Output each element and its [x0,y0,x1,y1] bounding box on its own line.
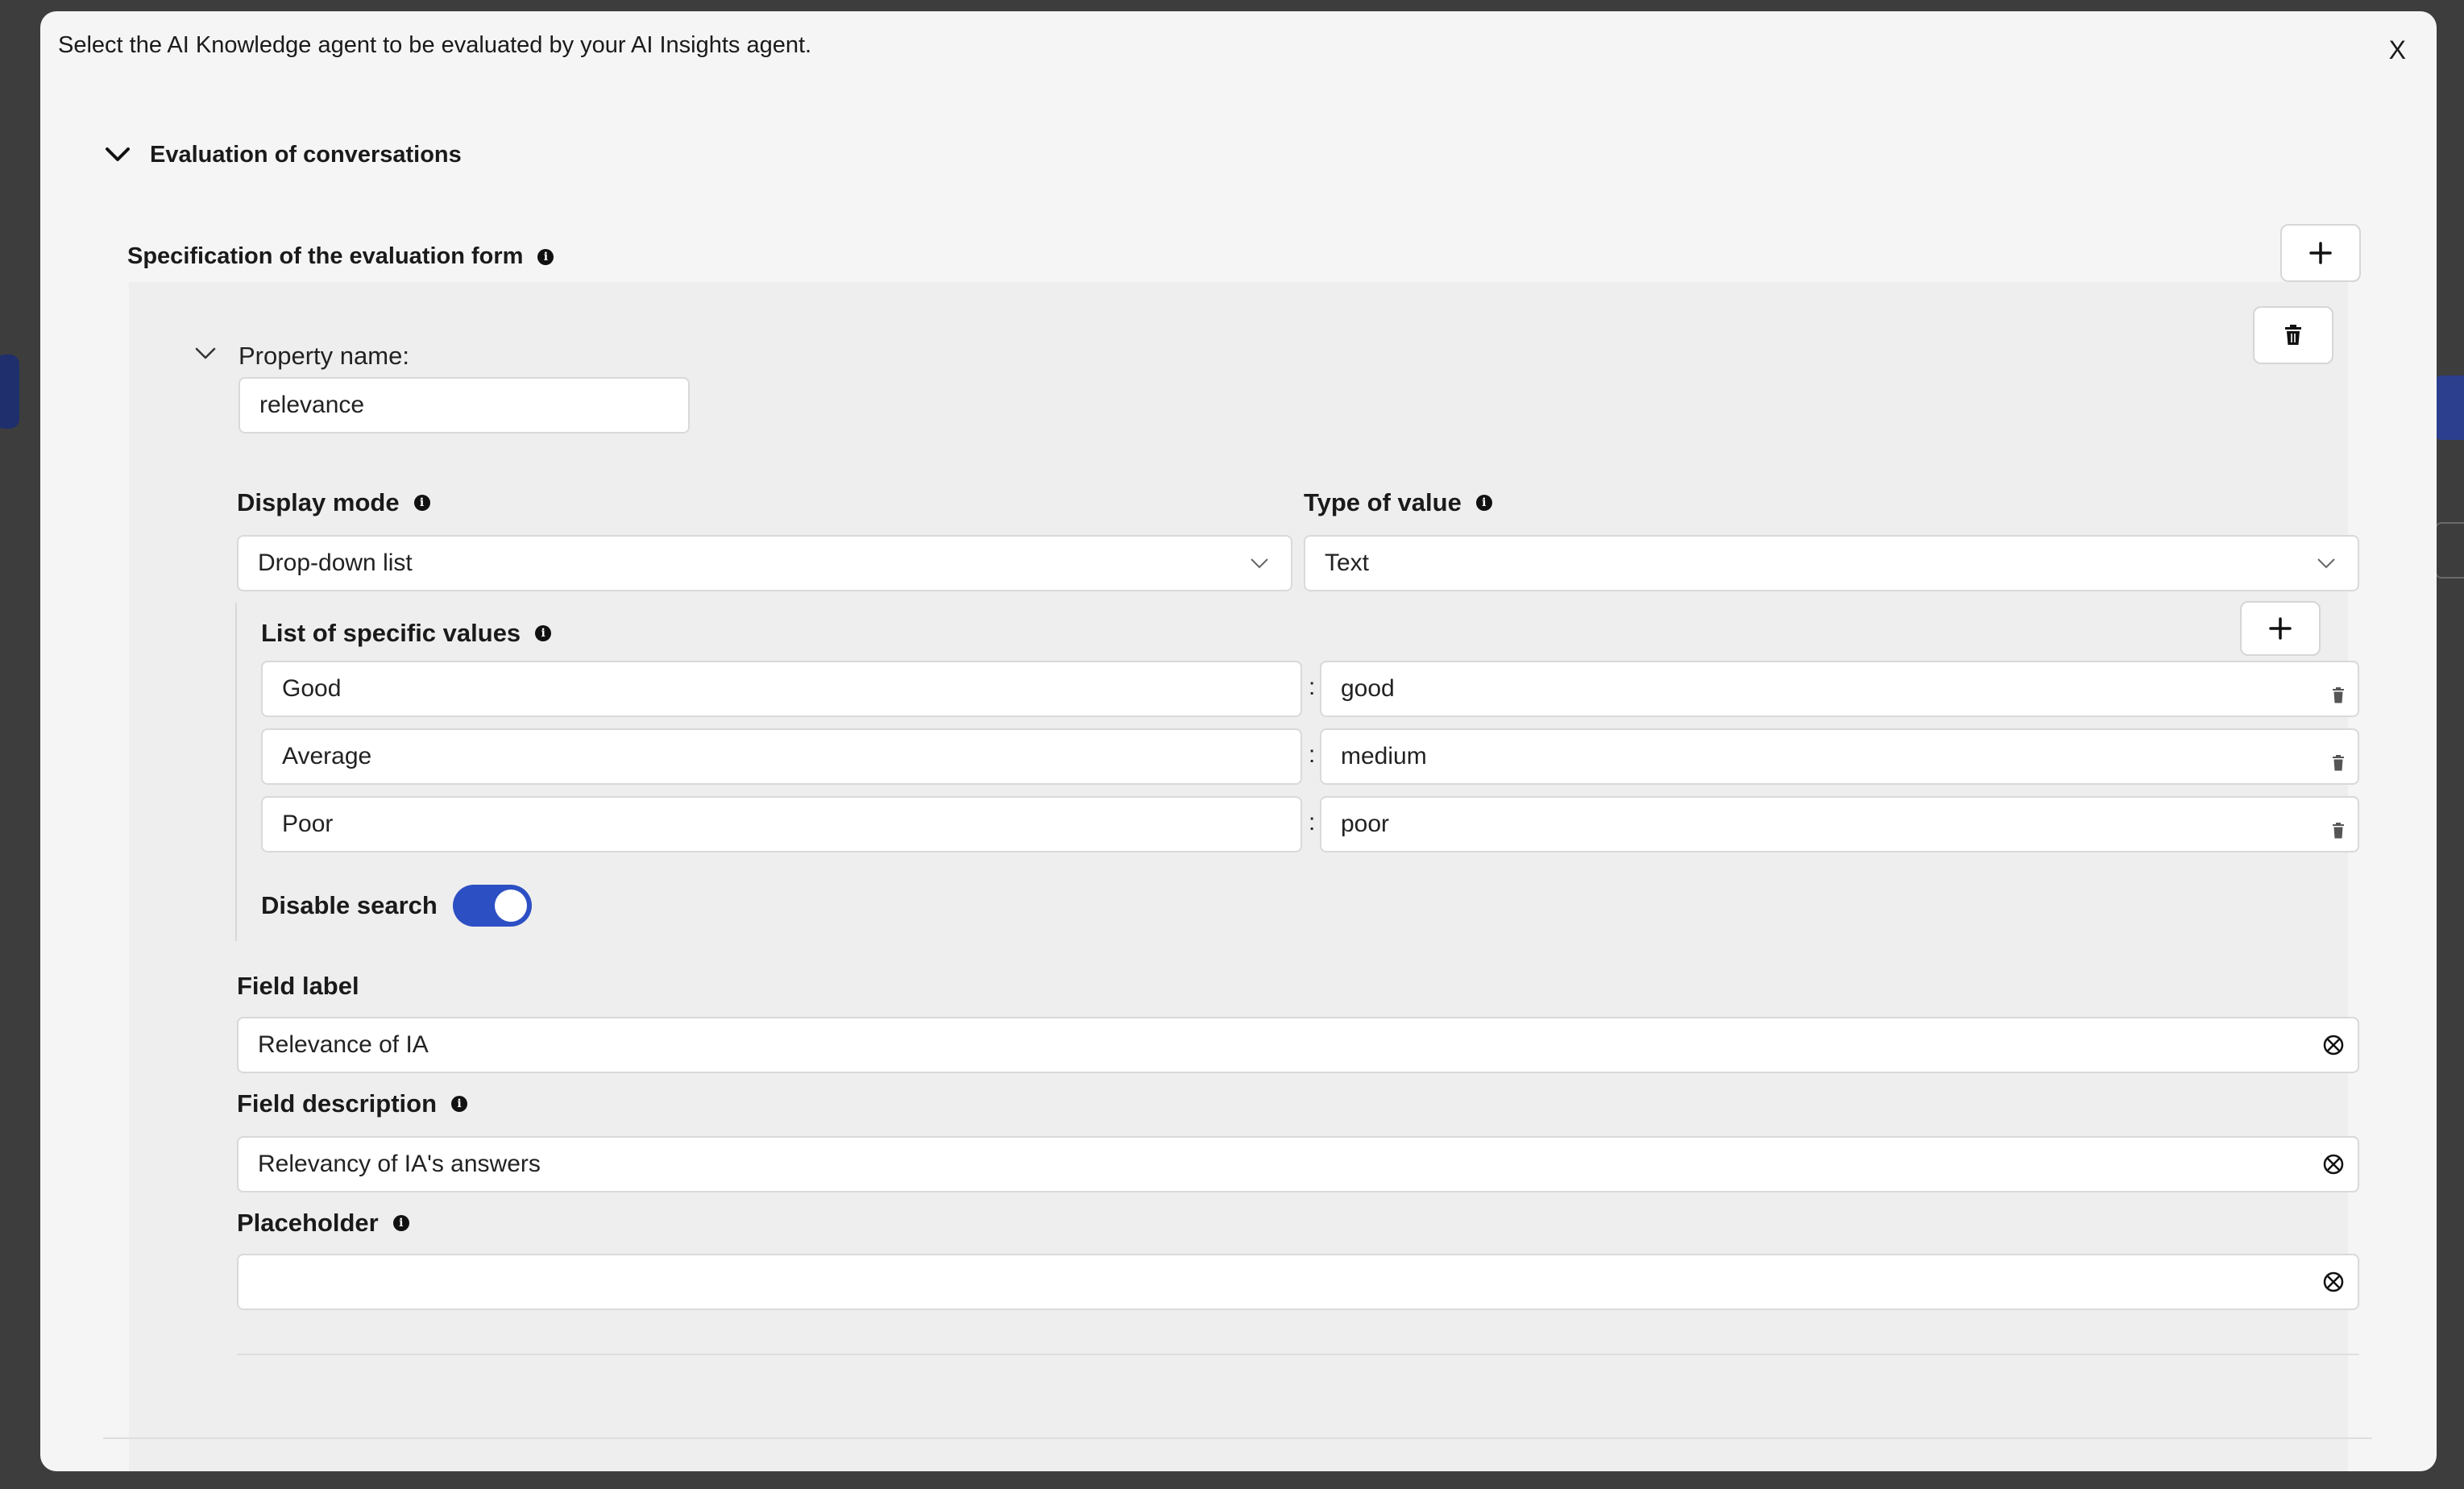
type-of-value-value: Text [1325,550,1370,576]
trash-icon [2285,325,2301,345]
info-icon[interactable]: i [413,495,430,511]
type-of-value-label: Type of value i [1304,488,1492,517]
add-value-button[interactable] [2240,601,2321,656]
clear-icon[interactable] [2322,1271,2345,1293]
field-label-label: Field label [237,972,359,1000]
chevron-down-icon [1251,558,1268,569]
trash-icon[interactable] [2332,755,2345,771]
clear-icon[interactable] [2322,1034,2345,1056]
plus-icon [2309,242,2332,264]
value-key-input[interactable]: medium [1320,728,2359,785]
specific-values-label: List of specific values i [261,619,552,648]
info-icon[interactable]: i [451,1096,468,1112]
field-description-value: Relevancy of IA's answers [258,1151,541,1177]
chevron-down-icon [2317,558,2335,569]
info-icon[interactable]: i [537,248,554,265]
info-icon[interactable]: i [1475,495,1492,511]
value-label-input[interactable]: Good [261,661,1302,717]
display-mode-select[interactable]: Drop-down list [237,535,1292,591]
value-key-input[interactable]: poor [1320,796,2359,852]
field-description-label: Field description i [237,1089,468,1118]
field-label-input[interactable]: Relevance of IA [237,1017,2359,1073]
placeholder-label-text: Placeholder [237,1209,379,1237]
footer-divider [103,1437,2372,1439]
field-description-label-text: Field description [237,1089,438,1118]
background-pager [2435,522,2464,579]
section-title: Evaluation of conversations [150,141,462,168]
plus-icon [2269,617,2292,640]
placeholder-label: Placeholder i [237,1209,409,1238]
divider [237,1354,2359,1355]
specific-values-label-text: List of specific values [261,619,521,647]
background-button [2435,375,2464,440]
property-name-label: Property name: [239,342,409,370]
spec-title-text: Specification of the evaluation form [127,243,524,269]
property-panel: Property name: relevance Display mode i … [129,282,2359,1471]
value-separator: : [1309,809,1316,836]
trash-icon[interactable] [2332,823,2345,839]
value-separator: : [1309,741,1316,768]
trash-icon[interactable] [2332,687,2345,703]
disable-search-toggle[interactable] [453,885,532,927]
delete-property-button[interactable] [2253,306,2333,364]
close-button[interactable]: X [2389,35,2406,65]
value-label-input[interactable]: Poor [261,796,1302,852]
field-description-input[interactable]: Relevancy of IA's answers [237,1136,2359,1192]
property-name-input[interactable]: relevance [239,377,690,433]
display-mode-label-text: Display mode [237,488,400,516]
field-label-value: Relevance of IA [258,1031,429,1058]
modal-instruction: Select the AI Knowledge agent to be eval… [58,32,812,58]
type-of-value-label-text: Type of value [1304,488,1462,516]
evaluation-modal: Select the AI Knowledge agent to be eval… [40,11,2437,1471]
value-separator: : [1309,674,1316,700]
chevron-down-icon [103,140,132,169]
background-nav-item [0,355,19,429]
value-label-input[interactable]: Average [261,728,1302,785]
type-of-value-select[interactable]: Text [1304,535,2359,591]
display-mode-label: Display mode i [237,488,430,517]
value-key-input[interactable]: good [1320,661,2359,717]
clear-icon[interactable] [2322,1153,2345,1176]
disable-search-label: Disable search [261,891,438,919]
display-mode-value: Drop-down list [258,550,413,576]
chevron-down-icon[interactable] [195,346,216,365]
info-icon[interactable]: i [392,1215,409,1231]
section-header-evaluation[interactable]: Evaluation of conversations [103,140,462,169]
spec-title: Specification of the evaluation form i [127,243,554,270]
toggle-knob [495,890,527,922]
add-property-button[interactable] [2280,224,2361,282]
placeholder-input[interactable] [237,1254,2359,1310]
info-icon[interactable]: i [535,625,552,641]
